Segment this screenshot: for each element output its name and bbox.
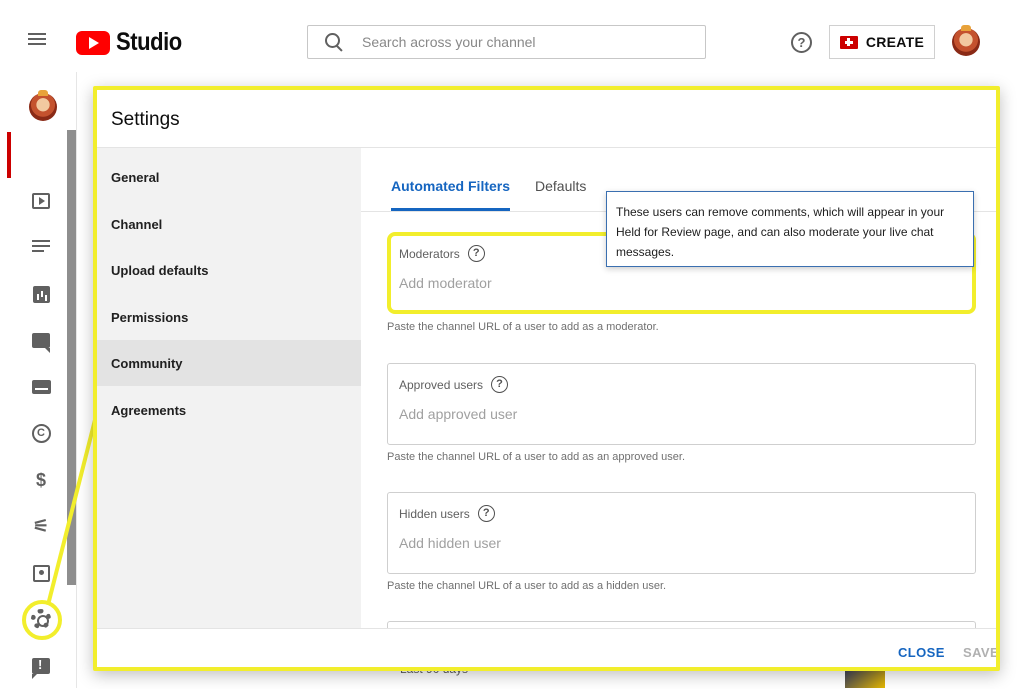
settings-dialog: Settings General Channel Upload defaults…: [93, 86, 1000, 671]
hidden-users-label-text: Hidden users: [399, 506, 470, 521]
moderators-label-text: Moderators: [399, 246, 460, 261]
hidden-users-field[interactable]: Hidden users ?: [387, 492, 976, 574]
analytics-icon: [32, 285, 50, 303]
sidebar-item-subtitles[interactable]: [7, 364, 75, 410]
tab-automated-filters[interactable]: Automated Filters: [391, 178, 511, 211]
search-icon[interactable]: [324, 32, 344, 52]
channel-avatar[interactable]: [29, 90, 57, 121]
create-label: CREATE: [865, 34, 925, 50]
youtube-play-icon: [76, 30, 110, 55]
subtitles-icon: [31, 380, 51, 394]
sidebar-item-content[interactable]: [7, 178, 75, 224]
hidden-users-label: Hidden users ?: [399, 505, 495, 522]
approved-users-helper-text: Paste the channel URL of a user to add a…: [387, 451, 686, 463]
sidebar-item-feedback[interactable]: [7, 643, 75, 689]
top-bar: Studio ? CREATE: [0, 0, 1024, 72]
settings-nav-permissions[interactable]: Permissions: [97, 294, 361, 340]
settings-nav-general[interactable]: General: [97, 154, 361, 200]
hidden-users-help-icon[interactable]: ?: [477, 505, 495, 522]
help-icon[interactable]: ?: [791, 32, 812, 53]
comments-icon: [32, 332, 50, 353]
moderators-help-icon[interactable]: ?: [467, 245, 485, 262]
sidebar-item-dashboard[interactable]: [7, 132, 75, 178]
dialog-footer: CLOSE SAVE: [97, 628, 996, 667]
settings-nav-community[interactable]: Community: [97, 340, 361, 386]
approved-users-field[interactable]: Approved users ?: [387, 363, 976, 445]
dialog-title: Settings: [111, 109, 180, 130]
sidebar-item-comments[interactable]: [7, 317, 75, 363]
hamburger-menu-icon[interactable]: [28, 30, 54, 54]
approved-users-label: Approved users ?: [399, 376, 509, 393]
studio-logo[interactable]: Studio: [76, 28, 191, 57]
add-hidden-user-input[interactable]: [399, 535, 959, 551]
dashboard-icon: [33, 145, 53, 165]
account-avatar[interactable]: [952, 25, 980, 56]
settings-nav-upload-defaults[interactable]: Upload defaults: [97, 247, 361, 293]
approved-users-help-icon[interactable]: ?: [491, 376, 509, 393]
settings-nav-channel[interactable]: Channel: [97, 201, 361, 247]
add-moderator-input[interactable]: [399, 275, 959, 291]
dialog-header: Settings: [97, 90, 996, 148]
feedback-icon: [32, 657, 50, 679]
save-button[interactable]: SAVE: [963, 645, 996, 660]
moderators-tooltip: These users can remove comments, which w…: [606, 191, 974, 267]
add-approved-user-input[interactable]: [399, 406, 959, 422]
tab-defaults[interactable]: Defaults: [535, 178, 586, 208]
search-bar[interactable]: [307, 25, 706, 59]
hidden-users-helper-text: Paste the channel URL of a user to add a…: [387, 580, 667, 592]
settings-nav: General Channel Upload defaults Permissi…: [97, 148, 361, 628]
create-button[interactable]: CREATE: [829, 25, 935, 59]
playlist-icon: [32, 240, 50, 254]
video-content-icon: [32, 193, 50, 209]
moderators-label: Moderators ?: [399, 245, 485, 262]
close-button[interactable]: CLOSE: [898, 645, 945, 660]
sidebar-item-analytics[interactable]: [7, 271, 75, 317]
sidebar-item-playlists[interactable]: [7, 224, 75, 270]
create-video-icon: [839, 35, 858, 49]
logo-text: Studio: [116, 28, 182, 56]
moderators-helper-text: Paste the channel URL of a user to add a…: [387, 321, 659, 333]
settings-nav-agreements[interactable]: Agreements: [97, 387, 361, 433]
search-input[interactable]: [362, 34, 682, 50]
approved-users-label-text: Approved users: [399, 377, 484, 392]
